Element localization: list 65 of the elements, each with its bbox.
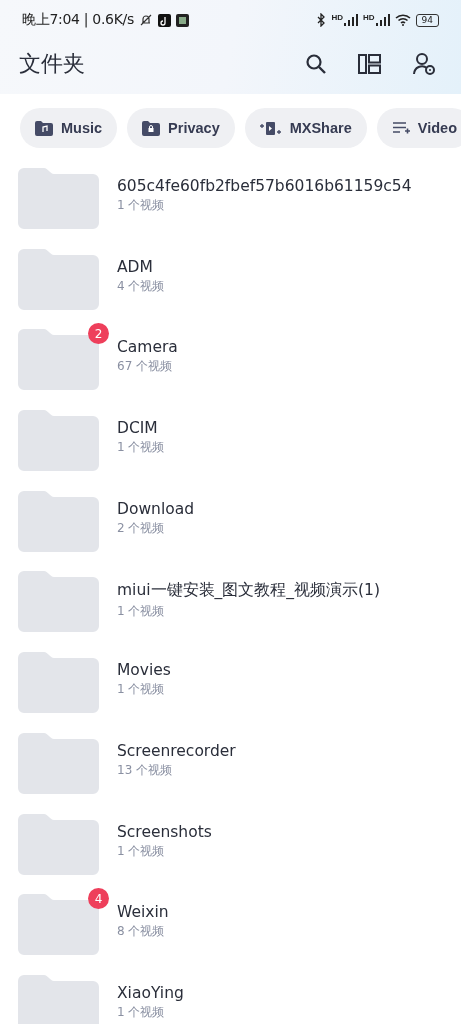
folder-name: Download [117,499,195,518]
folder-name: 605c4fe60fb2fbef57b6016b61159c54 [117,177,412,195]
folder-name: Camera [117,338,178,357]
signal-icon [375,14,390,26]
category-chip[interactable]: Video [376,108,461,148]
account-settings-icon[interactable] [412,52,436,76]
video-count: 1 个视频 [117,681,166,699]
folder-icon [18,490,99,552]
lock-folder-icon [142,120,161,136]
share-icon [259,120,282,136]
category-chip[interactable]: Privacy [127,108,235,148]
playlist-add-icon [391,120,410,136]
folder-icon [18,732,99,794]
folder-icon [18,410,99,472]
wifi-icon [394,14,411,26]
folder-icon [18,974,99,1024]
video-count: 2 个视频 [117,519,166,537]
folder-item[interactable]: Screenshots 1 个视频 [0,807,461,889]
folder-name: XiaoYing [117,983,184,1002]
category-chip[interactable]: MXShare [244,108,367,148]
page-title: 文件夹 [19,50,85,78]
bluetooth-icon [317,13,327,27]
folder-item[interactable]: miui一键安装_图文教程_视频演示(1) 1 个视频 [0,565,461,647]
folder-item[interactable]: DCIM 1 个视频 [0,404,461,485]
hd-label: HD [363,14,375,22]
video-count: 1 个视频 [117,197,166,214]
folder-item[interactable]: XiaoYing 1 个视频 [0,968,461,1024]
video-count: 1 个视频 [117,842,166,860]
search-icon[interactable] [305,53,327,75]
video-count: 1 个视频 [117,1003,166,1021]
folder-icon [18,813,99,875]
folder-item[interactable]: 605c4fe60fb2fbef57b6016b61159c54 1 个视频 [0,162,461,243]
music-folder-icon [35,120,53,136]
folder-name: Screenrecorder [117,741,236,760]
folder-icon [18,248,99,310]
folder-item[interactable]: 2 Camera 67 个视频 [0,323,461,405]
new-count-badge: 2 [88,323,109,345]
video-count: 13 个视频 [117,761,174,779]
folder-item[interactable]: Download 2 个视频 [0,484,461,566]
folder-item[interactable]: Movies 1 个视频 [0,646,461,727]
folder-name: DCIM [117,419,159,438]
folder-name: Weixin [117,903,169,922]
new-count-badge: 4 [88,888,109,910]
video-count: 8 个视频 [117,923,166,941]
signal-icon [344,14,358,26]
folder-name: miui一键安装_图文教程_视频演示(1) [117,580,380,602]
folder-icon [18,571,99,633]
folder-icon [18,168,99,229]
bell-off-icon [139,13,153,27]
category-chip[interactable]: Music [20,108,118,148]
battery-indicator: 94 [415,13,439,27]
folder-name: ADM [117,257,154,276]
folder-item[interactable]: 4 Weixin 8 个视频 [0,888,461,969]
video-count: 67 个视频 [117,358,174,376]
folder-item[interactable]: ADM 4 个视频 [0,242,461,324]
folder-name: Movies [117,661,171,680]
video-count: 4 个视频 [117,277,165,295]
folder-item[interactable]: Screenrecorder 13 个视频 [0,726,461,808]
folder-icon [18,652,99,714]
layout-icon[interactable] [358,54,381,74]
video-count: 1 个视频 [117,603,166,621]
status-time: 晚上7:04 | 0.6K/s [22,11,134,29]
folder-name: Screenshots [117,822,212,841]
video-count: 1 个视频 [117,439,165,457]
hd-label: HD [331,14,343,22]
